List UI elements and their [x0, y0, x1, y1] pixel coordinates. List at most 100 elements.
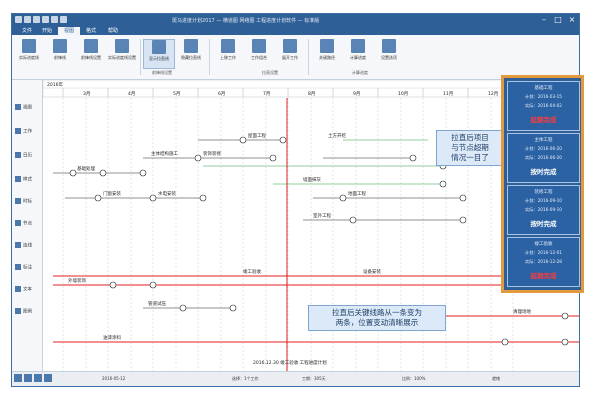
- progress-line-settings-button[interactable]: 实际进度线设置: [107, 39, 137, 67]
- status-badge: 按时完成: [530, 168, 557, 176]
- new-file-icon[interactable]: [24, 16, 31, 23]
- work-label: 基础处理: [77, 165, 95, 172]
- app-window: 斑马进度计划2017 — 横道图 网络图 工程进度计划软件 — 标准版 – □ …: [11, 13, 580, 387]
- maximize-button[interactable]: □: [553, 15, 563, 24]
- group-work-button[interactable]: 工作组合: [244, 39, 274, 67]
- ribbon-separator: [308, 39, 309, 75]
- milestone-card[interactable]: 基础工程 计划：2016-03-15 实际：2016-04-02 延期完成: [507, 81, 580, 131]
- text-icon: [15, 286, 21, 292]
- front-line-settings-button[interactable]: 前锋线设置: [76, 39, 106, 67]
- work-label: 室外工程: [313, 212, 331, 219]
- ruler-month: 12月: [488, 91, 498, 97]
- front-line-button[interactable]: 前锋线: [45, 39, 75, 67]
- status-ready: 就绪: [492, 376, 500, 381]
- callout-critical-path: 拉直后关键线路从一条变为 两条，位置变动清晰展示: [308, 305, 446, 331]
- ruler-month: 4月: [128, 91, 135, 97]
- menu-help[interactable]: 帮助: [102, 27, 124, 35]
- ruler-month: 7月: [263, 91, 270, 97]
- expand-work-button[interactable]: 展开工作: [275, 39, 305, 67]
- milestone-status-panel: 基础工程 计划：2016-03-15 实际：2016-04-02 延期完成 主体…: [501, 75, 584, 293]
- callout-straighten-node: 拉直后项目 与节点超期 情况一目了: [436, 130, 504, 166]
- menu-view[interactable]: 视图: [58, 27, 81, 35]
- sidebar-item-view[interactable]: 视图: [15, 104, 41, 114]
- sidebar-item-legend[interactable]: 图例: [15, 308, 41, 318]
- status-zoom: 比例：100%: [402, 376, 426, 381]
- undo-icon[interactable]: [51, 16, 58, 23]
- app-logo-icon: [15, 16, 22, 23]
- ribbon-separator: [209, 39, 210, 75]
- quick-access-toolbar: [15, 16, 67, 23]
- progress-line-icon: [22, 39, 36, 53]
- ruler-year: 2016年: [47, 81, 63, 88]
- status-badge: 按时完成: [530, 220, 557, 228]
- work-label: 设备安装: [363, 268, 381, 275]
- zoom-out-icon[interactable]: [14, 374, 22, 382]
- close-button[interactable]: ×: [567, 15, 577, 24]
- link-icon: [15, 242, 21, 248]
- work-label: 管道试压: [148, 300, 166, 307]
- move-up-button[interactable]: 上移工作: [213, 39, 243, 67]
- work-label: 墙面抹灰: [303, 176, 321, 183]
- straighten-icon: [152, 40, 166, 54]
- sidebar-item-timescale[interactable]: 时标: [15, 198, 41, 208]
- menu-file[interactable]: 文件: [16, 27, 38, 35]
- hide-straighten-button[interactable]: 隐藏拉直线: [176, 39, 206, 67]
- style-icon: [15, 176, 21, 182]
- ruler-month: 3月: [83, 91, 90, 97]
- options-button[interactable]: 设置选项: [374, 39, 404, 67]
- show-straighten-button[interactable]: 显示拉直线: [143, 39, 175, 69]
- ruler-month: 10月: [398, 91, 408, 97]
- ribbon-group-label: 计算进度: [352, 70, 368, 75]
- legend-icon: [15, 308, 21, 314]
- move-up-icon: [221, 39, 235, 53]
- calendar-icon: [15, 152, 21, 158]
- milestone-card[interactable]: 装修工程 计划：2016-09-10 实际：2016-09-10 按时完成: [507, 185, 580, 235]
- menu-home[interactable]: 开始: [36, 27, 58, 35]
- sidebar-item-text[interactable]: 文本: [15, 286, 41, 296]
- milestone-card[interactable]: 竣工验收 计划：2016-12-01 实际：2016-12-28 延期完成: [507, 237, 580, 287]
- calculate-progress-button[interactable]: 计算进度: [343, 39, 373, 67]
- expand-icon: [283, 39, 297, 53]
- milestone-card[interactable]: 主体工程 计划：2016-06-20 实际：2016-06-20 按时完成: [507, 133, 580, 183]
- zoom-in-icon[interactable]: [24, 374, 32, 382]
- work-label: 油漆涂料: [103, 334, 121, 341]
- ribbon-group-label: 拉直设置: [262, 70, 278, 75]
- print-icon[interactable]: [44, 374, 52, 382]
- save-icon[interactable]: [42, 16, 49, 23]
- actual-progress-line-button[interactable]: 实际进度线: [14, 39, 44, 67]
- work-label: 装饰装修: [203, 150, 221, 157]
- sidebar-item-calendar[interactable]: 日历: [15, 152, 41, 162]
- critical-path-button[interactable]: 关键路径: [312, 39, 342, 67]
- timescale-icon: [15, 198, 21, 204]
- status-selection: 选择：1个工作: [232, 376, 259, 381]
- sidebar-item-work[interactable]: 工作: [15, 128, 41, 138]
- sidebar-item-node[interactable]: 节点: [15, 220, 41, 230]
- work-icon: [15, 128, 21, 134]
- network-diagram-canvas[interactable]: 2016年 3月 4月 5月 6月 7月 8月 9月 10月 11月 12月 基…: [43, 80, 579, 372]
- title-bar: 斑马进度计划2017 — 横道图 网络图 工程进度计划软件 — 标准版 – □ …: [12, 14, 579, 26]
- work-label: 竣工验收: [243, 268, 261, 275]
- calculate-icon: [351, 39, 365, 53]
- sidebar-item-style[interactable]: 样式: [15, 176, 41, 186]
- bottom-caption: 2016.12.30 竣工验收 工程进度计划: [253, 359, 327, 366]
- front-line-icon: [53, 39, 67, 53]
- minimize-button[interactable]: –: [539, 15, 549, 24]
- open-file-icon[interactable]: [33, 16, 40, 23]
- note-icon: [15, 264, 21, 270]
- sidebar-item-link[interactable]: 连线: [15, 242, 41, 252]
- work-label: 屋面工程: [248, 132, 266, 139]
- ribbon-group-label: 前锋线设置: [152, 70, 172, 75]
- work-label: 外墙装饰: [68, 277, 86, 284]
- window-controls: – □ ×: [539, 15, 577, 24]
- status-badge: 延期完成: [530, 116, 557, 124]
- sidebar-item-note[interactable]: 标注: [15, 264, 41, 274]
- window-title: 斑马进度计划2017 — 横道图 网络图 工程进度计划软件 — 标准版: [172, 18, 320, 24]
- redo-icon[interactable]: [60, 16, 67, 23]
- menu-bar: 文件 开始 视图 格式 帮助: [12, 26, 579, 35]
- fit-icon[interactable]: [34, 374, 42, 382]
- status-date: 2016-05-12: [102, 376, 126, 381]
- ruler-month: 9月: [353, 91, 360, 97]
- menu-format[interactable]: 格式: [80, 27, 102, 35]
- status-badge: 延期完成: [530, 272, 557, 280]
- work-label: 地面工程: [348, 190, 366, 197]
